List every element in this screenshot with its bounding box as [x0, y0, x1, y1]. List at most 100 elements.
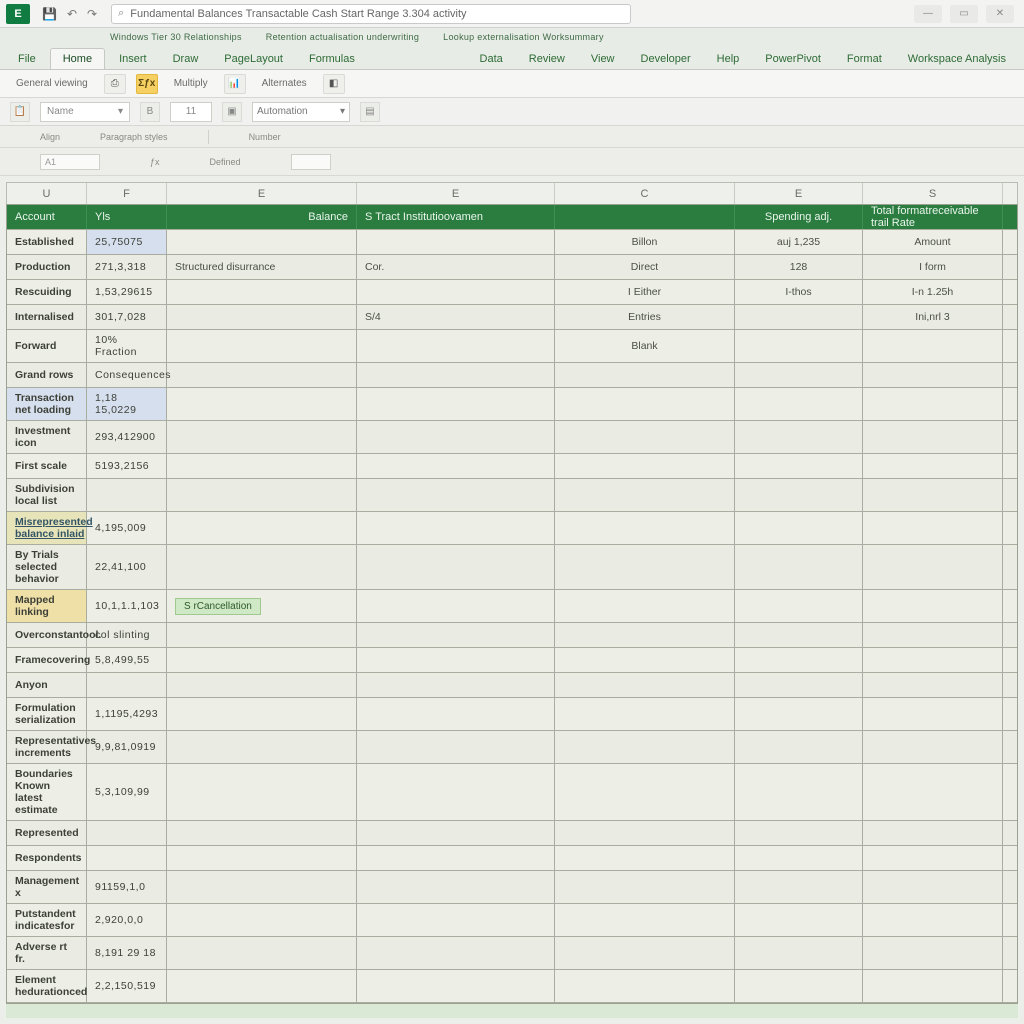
cell[interactable]: Structured disurrance [167, 255, 357, 279]
cell[interactable] [555, 648, 735, 672]
table-row[interactable]: Internalised301,7,028S/4EntriesIni,nrl 3 [7, 304, 1017, 329]
cell[interactable] [863, 421, 1003, 453]
cell[interactable]: Anyon [7, 673, 87, 697]
cell[interactable]: 5,8,499,55 [87, 648, 167, 672]
cell[interactable] [555, 937, 735, 969]
table-row[interactable]: Boundaries Known latest estimate5,3,109,… [7, 763, 1017, 820]
cell[interactable]: auj 1,235 [735, 230, 863, 254]
cell[interactable]: Established [7, 230, 87, 254]
cell[interactable] [167, 821, 357, 845]
cell[interactable]: Forward [7, 330, 87, 362]
cell[interactable] [863, 673, 1003, 697]
cell[interactable] [735, 623, 863, 647]
cell[interactable] [863, 512, 1003, 544]
cell[interactable]: Rescuiding [7, 280, 87, 304]
cell[interactable]: I-thos [735, 280, 863, 304]
cell[interactable] [167, 305, 357, 329]
tab-review[interactable]: Review [517, 49, 577, 69]
cell[interactable] [167, 673, 357, 697]
cell[interactable] [863, 904, 1003, 936]
cell[interactable]: Represented [7, 821, 87, 845]
col-header[interactable]: E [167, 183, 357, 204]
cell[interactable] [735, 421, 863, 453]
table-row[interactable]: First scale5193,2156 [7, 453, 1017, 478]
cell[interactable] [555, 479, 735, 511]
cell[interactable] [735, 479, 863, 511]
cell[interactable] [555, 388, 735, 420]
cell[interactable] [167, 330, 357, 362]
formula-extra-box[interactable] [291, 154, 331, 170]
cell[interactable]: 10% Fraction [87, 330, 167, 362]
tab-developer[interactable]: Developer [629, 49, 703, 69]
cell[interactable] [357, 871, 555, 903]
table-row[interactable]: Anyon [7, 672, 1017, 697]
cell[interactable] [555, 871, 735, 903]
tab-file[interactable]: File [6, 49, 48, 69]
table-row[interactable]: Mapped linking10,1,1.1,103S rCancellatio… [7, 589, 1017, 622]
cell[interactable] [863, 545, 1003, 589]
cell[interactable] [555, 590, 735, 622]
cell[interactable] [555, 764, 735, 820]
cell[interactable] [167, 388, 357, 420]
cell[interactable]: 4,195,009 [87, 512, 167, 544]
grid[interactable]: Account Yls Balance S Tract Institutioov… [6, 204, 1018, 1004]
cell[interactable]: Adverse rt fr. [7, 937, 87, 969]
cell[interactable]: 1,18 15,0229 [87, 388, 167, 420]
cell[interactable] [863, 363, 1003, 387]
title-search-box[interactable]: ⌕ Fundamental Balances Transactable Cash… [111, 4, 631, 24]
cell[interactable]: Putstandent indicatesfor [7, 904, 87, 936]
cell[interactable] [167, 280, 357, 304]
cell[interactable]: 293,412900 [87, 421, 167, 453]
cell[interactable] [357, 454, 555, 478]
cell[interactable] [735, 846, 863, 870]
cell[interactable] [87, 846, 167, 870]
table-row[interactable]: Grand rowsConsequences [7, 362, 1017, 387]
cell[interactable] [863, 454, 1003, 478]
cell[interactable] [863, 388, 1003, 420]
tab-data[interactable]: Data [468, 49, 515, 69]
cell[interactable]: 1,1195,4293 [87, 698, 167, 730]
cell[interactable] [555, 454, 735, 478]
cell[interactable]: I form [863, 255, 1003, 279]
table-row[interactable]: Rescuiding1,53,29615I EitherI-thosI-n 1.… [7, 279, 1017, 304]
table-row[interactable]: Established25,75075Billonauj 1,235Amount [7, 229, 1017, 254]
cell[interactable] [735, 363, 863, 387]
cell[interactable] [357, 479, 555, 511]
cell[interactable]: Blank [555, 330, 735, 362]
cell[interactable] [735, 764, 863, 820]
cell[interactable]: Amount [863, 230, 1003, 254]
cell[interactable]: 128 [735, 255, 863, 279]
table-row[interactable]: Element hedurationced2,2,150,519 [7, 969, 1017, 1002]
cell[interactable] [555, 623, 735, 647]
cell[interactable]: Framecovering [7, 648, 87, 672]
close-button[interactable]: ✕ [986, 5, 1014, 23]
tab-help[interactable]: Help [705, 49, 752, 69]
cell[interactable]: Representatives increments [7, 731, 87, 763]
cell[interactable] [863, 846, 1003, 870]
cell[interactable]: Cor. [357, 255, 555, 279]
table-row[interactable]: Misrepresented balance inlaid4,195,009 [7, 511, 1017, 544]
save-icon[interactable]: 💾 [42, 7, 57, 21]
tab-pagelayout[interactable]: PageLayout [212, 49, 295, 69]
cell[interactable] [167, 230, 357, 254]
cell[interactable] [167, 731, 357, 763]
layout-icon[interactable]: ◧ [323, 74, 345, 94]
cell[interactable] [167, 970, 357, 1002]
table-row[interactable]: Putstandent indicatesfor2,920,0,0 [7, 903, 1017, 936]
cell[interactable] [735, 821, 863, 845]
minimize-button[interactable]: — [914, 5, 942, 23]
paste-icon[interactable]: 📋 [10, 102, 30, 122]
cell[interactable] [357, 230, 555, 254]
cell[interactable] [357, 330, 555, 362]
cell[interactable] [167, 454, 357, 478]
cell[interactable] [555, 970, 735, 1002]
cell[interactable] [357, 388, 555, 420]
cell[interactable]: Boundaries Known latest estimate [7, 764, 87, 820]
cell[interactable]: Investment icon [7, 421, 87, 453]
cell[interactable] [167, 764, 357, 820]
cell[interactable]: Formulation serialization [7, 698, 87, 730]
col-header[interactable]: S [863, 183, 1003, 204]
cell[interactable]: 1,53,29615 [87, 280, 167, 304]
automation-dropdown[interactable]: Automation▾ [252, 102, 350, 122]
cell[interactable] [357, 280, 555, 304]
